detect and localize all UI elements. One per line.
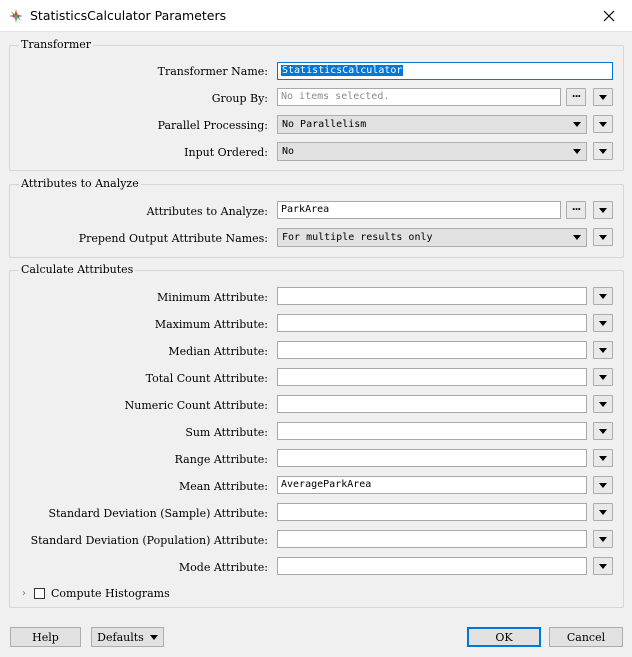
ellipsis-icon: ... — [571, 89, 581, 100]
input-ordered-value: No — [282, 146, 295, 157]
chevron-down-icon — [599, 563, 607, 569]
calc-attribute-menu-button[interactable] — [593, 341, 613, 359]
calc-attribute-label: Standard Deviation (Population) Attribut… — [30, 534, 268, 547]
chevron-down-icon — [599, 374, 607, 380]
calc-attribute-menu-button[interactable] — [593, 557, 613, 575]
calc-attribute-menu-button[interactable] — [593, 368, 613, 386]
chevron-down-icon — [149, 634, 158, 640]
calc-attribute-input[interactable] — [277, 449, 587, 467]
calc-attribute-input[interactable] — [277, 530, 587, 548]
parallel-processing-label: Parallel Processing: — [157, 119, 268, 132]
calc-attribute-label: Total Count Attribute: — [145, 372, 268, 385]
analyze-group-title: Attributes to Analyze — [19, 177, 141, 190]
calc-attribute-menu-button[interactable] — [593, 503, 613, 521]
title-bar: StatisticsCalculator Parameters — [0, 0, 632, 32]
chevron-down-icon — [599, 428, 607, 434]
chevron-down-icon — [599, 347, 607, 353]
input-ordered-select[interactable]: No — [277, 142, 587, 161]
prepend-names-label: Prepend Output Attribute Names: — [78, 232, 268, 245]
transformer-group-title: Transformer — [19, 38, 94, 51]
chevron-right-icon[interactable]: › — [18, 585, 30, 601]
chevron-down-icon — [599, 234, 607, 240]
group-by-ellipsis-button[interactable]: ... — [566, 88, 586, 106]
calc-attribute-label: Standard Deviation (Sample) Attribute: — [48, 507, 268, 520]
ellipsis-icon: ... — [571, 202, 581, 213]
defaults-button-label: Defaults — [97, 630, 144, 644]
chevron-down-icon — [573, 235, 581, 240]
chevron-down-icon — [599, 509, 607, 515]
calc-attribute-input[interactable] — [277, 314, 587, 332]
calc-attribute-input[interactable] — [277, 287, 587, 305]
cancel-button-label: Cancel — [566, 630, 606, 644]
calc-attribute-menu-button[interactable] — [593, 449, 613, 467]
chevron-down-icon — [599, 320, 607, 326]
attributes-to-analyze-input[interactable]: ParkArea — [277, 201, 561, 219]
input-ordered-menu-button[interactable] — [593, 142, 613, 160]
attributes-menu-button[interactable] — [593, 201, 613, 219]
calc-attribute-input[interactable] — [277, 422, 587, 440]
group-by-input[interactable]: No items selected. — [277, 88, 561, 106]
calc-attribute-label: Mode Attribute: — [178, 561, 268, 574]
close-icon — [603, 10, 615, 21]
prepend-names-select[interactable]: For multiple results only — [277, 228, 587, 247]
calc-attribute-menu-button[interactable] — [593, 395, 613, 413]
close-button[interactable] — [586, 0, 632, 31]
chevron-down-icon — [599, 293, 607, 299]
help-button[interactable]: Help — [10, 627, 81, 647]
chevron-down-icon — [599, 121, 607, 127]
chevron-down-icon — [599, 482, 607, 488]
fme-transformer-icon — [9, 9, 23, 23]
compute-histograms-checkbox[interactable] — [34, 587, 45, 599]
attributes-to-analyze-label: Attributes to Analyze: — [146, 205, 268, 218]
calc-attribute-input[interactable] — [277, 395, 587, 413]
calc-attribute-menu-button[interactable] — [593, 422, 613, 440]
prepend-names-value: For multiple results only — [282, 232, 433, 243]
chevron-down-icon — [573, 149, 581, 154]
calc-attribute-menu-button[interactable] — [593, 287, 613, 305]
calc-attribute-input[interactable] — [277, 557, 587, 575]
compute-histograms-label: Compute Histograms — [51, 586, 170, 600]
group-by-label: Group By: — [211, 92, 268, 105]
calculate-group-title: Calculate Attributes — [19, 263, 136, 276]
chevron-down-icon — [599, 207, 607, 213]
chevron-down-icon — [599, 455, 607, 461]
defaults-button[interactable]: Defaults — [91, 627, 164, 647]
calc-attribute-input[interactable] — [277, 368, 587, 386]
chevron-down-icon — [599, 94, 607, 100]
calc-attribute-input[interactable] — [277, 503, 587, 521]
input-ordered-label: Input Ordered: — [184, 146, 268, 159]
calc-attribute-label: Mean Attribute: — [178, 480, 268, 493]
parallel-processing-select[interactable]: No Parallelism — [277, 115, 587, 134]
transformer-name-label: Transformer Name: — [157, 65, 268, 78]
calc-attribute-menu-button[interactable] — [593, 530, 613, 548]
calc-attribute-menu-button[interactable] — [593, 314, 613, 332]
chevron-down-icon — [599, 536, 607, 542]
calc-attribute-label: Numeric Count Attribute: — [124, 399, 268, 412]
help-button-label: Help — [32, 630, 59, 644]
cancel-button[interactable]: Cancel — [549, 627, 623, 647]
calc-attribute-input[interactable] — [277, 341, 587, 359]
group-by-menu-button[interactable] — [593, 88, 613, 106]
calc-attribute-label: Range Attribute: — [174, 453, 268, 466]
chevron-down-icon — [599, 401, 607, 407]
prepend-names-menu-button[interactable] — [593, 228, 613, 246]
calc-attribute-label: Sum Attribute: — [185, 426, 268, 439]
parallel-processing-value: No Parallelism — [282, 119, 367, 130]
compute-histograms-row[interactable]: › Compute Histograms — [18, 585, 170, 601]
transformer-name-value: StatisticsCalculator — [281, 65, 404, 76]
calc-attribute-menu-button[interactable] — [593, 476, 613, 494]
calc-attribute-label: Median Attribute: — [168, 345, 268, 358]
calc-attribute-input[interactable]: AverageParkArea — [277, 476, 587, 494]
calc-attribute-label: Maximum Attribute: — [154, 318, 268, 331]
ok-button-label: OK — [495, 630, 513, 644]
parallel-processing-menu-button[interactable] — [593, 115, 613, 133]
ok-button[interactable]: OK — [467, 627, 541, 647]
attributes-ellipsis-button[interactable]: ... — [566, 201, 586, 219]
calc-attribute-label: Minimum Attribute: — [157, 291, 268, 304]
transformer-name-input[interactable]: StatisticsCalculator — [277, 62, 613, 80]
chevron-down-icon — [573, 122, 581, 127]
chevron-down-icon — [599, 148, 607, 154]
window-title: StatisticsCalculator Parameters — [30, 8, 227, 23]
